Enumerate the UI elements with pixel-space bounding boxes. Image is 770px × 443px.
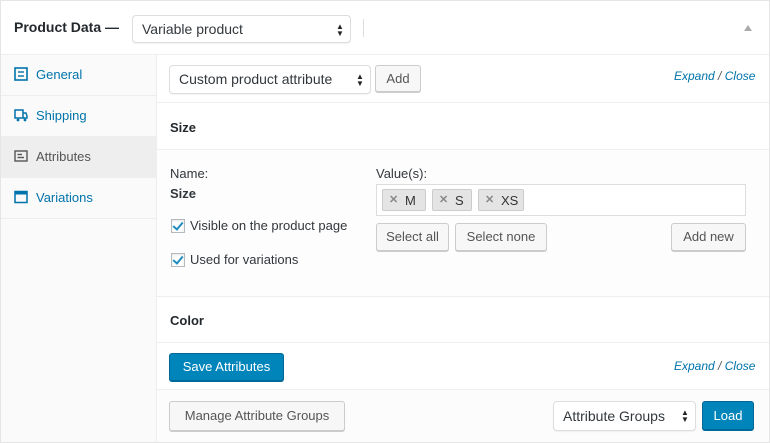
- select-all-button[interactable]: Select all: [376, 223, 449, 251]
- select-arrows-icon: ▲ ▼: [681, 408, 689, 424]
- select-none-button[interactable]: Select none: [455, 223, 547, 251]
- attribute-groups-select[interactable]: Attribute Groups ▲ ▼: [553, 401, 696, 431]
- attribute-title-size[interactable]: Size: [170, 120, 196, 135]
- header-separator: [363, 19, 364, 37]
- add-new-value-button[interactable]: Add new: [671, 223, 746, 251]
- close-link[interactable]: Close: [725, 69, 756, 83]
- select-arrows-icon: ▲ ▼: [336, 22, 344, 38]
- truck-icon: [14, 109, 28, 122]
- attribute-name-value: Size: [170, 186, 197, 201]
- divider: [157, 102, 769, 103]
- list-icon: [14, 150, 28, 162]
- manage-attribute-groups-button[interactable]: Manage Attribute Groups: [169, 401, 345, 431]
- tab-shipping[interactable]: Shipping: [1, 96, 156, 137]
- link-separator: /: [718, 69, 722, 83]
- attributes-footer: Manage Attribute Groups Attribute Groups…: [157, 390, 769, 442]
- expand-close-links: Expand / Close: [674, 359, 755, 373]
- values-input[interactable]: ✕ M ✕ S ✕ XS: [376, 184, 746, 216]
- attribute-taxonomy-select[interactable]: Custom product attribute ▲ ▼: [169, 65, 371, 94]
- tab-general[interactable]: General: [1, 55, 156, 96]
- attributes-panel: Custom product attribute ▲ ▼ Add Expand /…: [157, 55, 769, 442]
- product-data-panel: Product Data — Variable product ▲ ▼ Gener…: [0, 0, 770, 443]
- tab-label: Attributes: [36, 149, 91, 164]
- remove-token-icon[interactable]: ✕: [485, 193, 494, 206]
- divider: [157, 149, 769, 150]
- collapse-toggle-icon[interactable]: [744, 25, 752, 31]
- product-type-select[interactable]: Variable product ▲ ▼: [132, 15, 351, 43]
- panel-header: Product Data — Variable product ▲ ▼: [1, 1, 769, 55]
- save-attributes-button[interactable]: Save Attributes: [169, 353, 284, 381]
- variations-checkbox[interactable]: [171, 253, 185, 267]
- remove-token-icon[interactable]: ✕: [389, 193, 398, 206]
- name-label: Name:: [170, 166, 209, 181]
- visible-checkbox[interactable]: [171, 219, 185, 233]
- variations-label: Used for variations: [190, 252, 299, 267]
- divider: [157, 296, 769, 297]
- value-token: ✕ M: [382, 189, 426, 211]
- select-arrows-icon: ▲ ▼: [356, 72, 364, 88]
- visible-label: Visible on the product page: [190, 218, 348, 233]
- value-token: ✕ XS: [478, 189, 524, 211]
- panel-title: Product Data —: [14, 19, 120, 35]
- value-token: ✕ S: [432, 189, 472, 211]
- tab-label: Shipping: [36, 108, 87, 123]
- tab-label: General: [36, 67, 83, 82]
- close-link[interactable]: Close: [725, 359, 756, 373]
- expand-close-links: Expand / Close: [674, 69, 755, 83]
- add-attribute-button[interactable]: Add: [375, 65, 421, 92]
- grid-icon: [14, 190, 28, 204]
- values-label: Value(s):: [376, 166, 428, 181]
- tab-variations[interactable]: Variations: [1, 178, 156, 219]
- remove-token-icon[interactable]: ✕: [439, 193, 448, 206]
- link-separator: /: [718, 359, 722, 373]
- wrench-icon: [14, 67, 28, 81]
- product-data-tabs: General Shipping Attributes Variations: [1, 55, 157, 442]
- attribute-title-color[interactable]: Color: [170, 313, 204, 328]
- expand-link[interactable]: Expand: [674, 69, 715, 83]
- tab-attributes[interactable]: Attributes: [1, 137, 156, 178]
- load-button[interactable]: Load: [702, 401, 754, 430]
- divider: [157, 342, 769, 343]
- tab-label: Variations: [36, 190, 93, 205]
- expand-link[interactable]: Expand: [674, 359, 715, 373]
